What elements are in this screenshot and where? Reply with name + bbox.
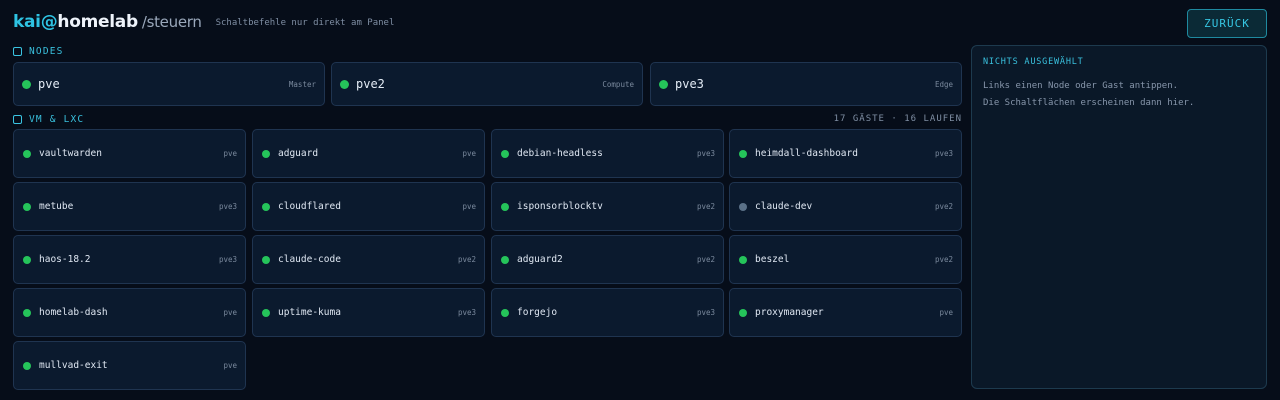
back-button[interactable]: ZURÜCK bbox=[1187, 9, 1267, 38]
guest-name: adguard2 bbox=[517, 254, 563, 265]
node-role: Master bbox=[288, 79, 316, 89]
guest-host: pve3 bbox=[218, 202, 237, 211]
status-dot-icon bbox=[501, 308, 509, 317]
status-dot-icon bbox=[262, 308, 270, 317]
guest-card[interactable]: claude-dev pve2 bbox=[729, 182, 962, 231]
guest-name: uptime-kuma bbox=[278, 307, 341, 318]
guest-card[interactable]: adguard2 pve2 bbox=[491, 235, 724, 284]
guest-name: adguard bbox=[278, 148, 319, 159]
guest-card[interactable]: forgejo pve3 bbox=[491, 288, 724, 337]
header-subtitle: Schaltbefehle nur direkt am Panel bbox=[215, 18, 395, 28]
status-dot-icon bbox=[739, 255, 747, 264]
guest-card[interactable]: proxymanager pve bbox=[729, 288, 962, 337]
guest-host: pve3 bbox=[934, 149, 953, 158]
node-name: pve2 bbox=[356, 77, 385, 91]
guest-card[interactable]: cloudflared pve bbox=[252, 182, 485, 231]
status-dot-icon bbox=[262, 202, 270, 211]
brand-at: @ bbox=[40, 12, 58, 32]
guest-host: pve2 bbox=[696, 255, 715, 264]
panel-hint-2: Die Schaltflächen erscheinen dann hier. bbox=[983, 98, 1195, 108]
guest-card[interactable]: homelab-dash pve bbox=[13, 288, 246, 337]
guest-name: homelab-dash bbox=[39, 307, 108, 318]
guest-card[interactable]: vaultwarden pve bbox=[13, 129, 246, 178]
status-dot-icon bbox=[501, 202, 509, 211]
status-dot-icon bbox=[23, 149, 31, 158]
guest-name: mullvad-exit bbox=[39, 360, 108, 371]
brand-user: kai bbox=[13, 12, 41, 32]
guest-host: pve bbox=[223, 308, 237, 317]
guest-card[interactable]: claude-code pve2 bbox=[252, 235, 485, 284]
guest-card[interactable]: uptime-kuma pve3 bbox=[252, 288, 485, 337]
node-card[interactable]: pve Master bbox=[13, 62, 325, 106]
guest-name: beszel bbox=[755, 254, 790, 265]
status-dot-icon bbox=[501, 149, 509, 158]
guest-name: claude-dev bbox=[755, 201, 813, 212]
panel-hint-1: Links einen Node oder Gast antippen. bbox=[983, 81, 1179, 91]
brand-host: homelab bbox=[57, 12, 138, 32]
guest-card[interactable]: metube pve3 bbox=[13, 182, 246, 231]
guests-section-header: VM & LXC bbox=[13, 113, 84, 125]
status-dot-icon bbox=[739, 202, 747, 211]
guest-host: pve3 bbox=[696, 149, 715, 158]
square-icon bbox=[13, 46, 22, 56]
node-card[interactable]: pve3 Edge bbox=[650, 62, 962, 106]
node-role: Compute bbox=[602, 79, 634, 89]
guest-name: haos-18.2 bbox=[39, 254, 91, 265]
status-dot-icon bbox=[262, 149, 270, 158]
guest-card[interactable]: haos-18.2 pve3 bbox=[13, 235, 246, 284]
guest-host: pve2 bbox=[696, 202, 715, 211]
status-dot-icon bbox=[22, 79, 31, 89]
selection-panel: NICHTS AUSGEWÄHLT Links einen Node oder … bbox=[971, 45, 1267, 389]
guest-card[interactable]: isponsorblocktv pve2 bbox=[491, 182, 724, 231]
node-name: pve bbox=[38, 77, 60, 91]
square-icon bbox=[13, 114, 22, 124]
node-name: pve3 bbox=[675, 77, 704, 91]
nodes-section-header: NODES bbox=[13, 45, 64, 57]
guest-name: claude-code bbox=[278, 254, 341, 265]
guest-host: pve bbox=[462, 202, 476, 211]
guests-section-title: VM & LXC bbox=[29, 113, 85, 125]
guest-host: pve3 bbox=[218, 255, 237, 264]
guest-host: pve3 bbox=[696, 308, 715, 317]
guest-host: pve2 bbox=[934, 255, 953, 264]
guest-name: debian-headless bbox=[517, 148, 603, 159]
guest-card[interactable]: beszel pve2 bbox=[729, 235, 962, 284]
status-dot-icon bbox=[340, 79, 349, 89]
status-dot-icon bbox=[23, 202, 31, 211]
status-dot-icon bbox=[23, 308, 31, 317]
node-role: Edge bbox=[934, 79, 953, 89]
guest-name: heimdall-dashboard bbox=[755, 148, 858, 159]
status-dot-icon bbox=[262, 255, 270, 264]
guest-name: forgejo bbox=[517, 307, 558, 318]
status-dot-icon bbox=[739, 308, 747, 317]
guest-host: pve2 bbox=[934, 202, 953, 211]
guest-host: pve bbox=[223, 361, 237, 370]
guest-card[interactable]: mullvad-exit pve bbox=[13, 341, 246, 390]
node-card[interactable]: pve2 Compute bbox=[331, 62, 643, 106]
brand-path: /steuern bbox=[141, 13, 202, 31]
guest-name: vaultwarden bbox=[39, 148, 102, 159]
status-dot-icon bbox=[23, 361, 31, 370]
status-dot-icon bbox=[23, 255, 31, 264]
guest-card[interactable]: heimdall-dashboard pve3 bbox=[729, 129, 962, 178]
app-brand: kai@homelab/steuern bbox=[13, 12, 202, 32]
nodes-section-title: NODES bbox=[29, 45, 64, 57]
status-dot-icon bbox=[739, 149, 747, 158]
guest-name: proxymanager bbox=[755, 307, 824, 318]
guest-host: pve bbox=[939, 308, 953, 317]
guest-name: isponsorblocktv bbox=[517, 201, 603, 212]
guest-name: metube bbox=[39, 201, 74, 212]
guest-count: 17 GÄSTE · 16 LAUFEN bbox=[833, 114, 962, 124]
guest-host: pve bbox=[462, 149, 476, 158]
guest-card[interactable]: adguard pve bbox=[252, 129, 485, 178]
guest-card[interactable]: debian-headless pve3 bbox=[491, 129, 724, 178]
status-dot-icon bbox=[659, 79, 668, 89]
guest-name: cloudflared bbox=[278, 201, 341, 212]
guest-host: pve bbox=[223, 149, 237, 158]
status-dot-icon bbox=[501, 255, 509, 264]
guest-host: pve2 bbox=[457, 255, 476, 264]
guest-host: pve3 bbox=[457, 308, 476, 317]
header: kai@homelab/steuern Schaltbefehle nur di… bbox=[13, 12, 394, 32]
panel-title: NICHTS AUSGEWÄHLT bbox=[983, 57, 1084, 67]
